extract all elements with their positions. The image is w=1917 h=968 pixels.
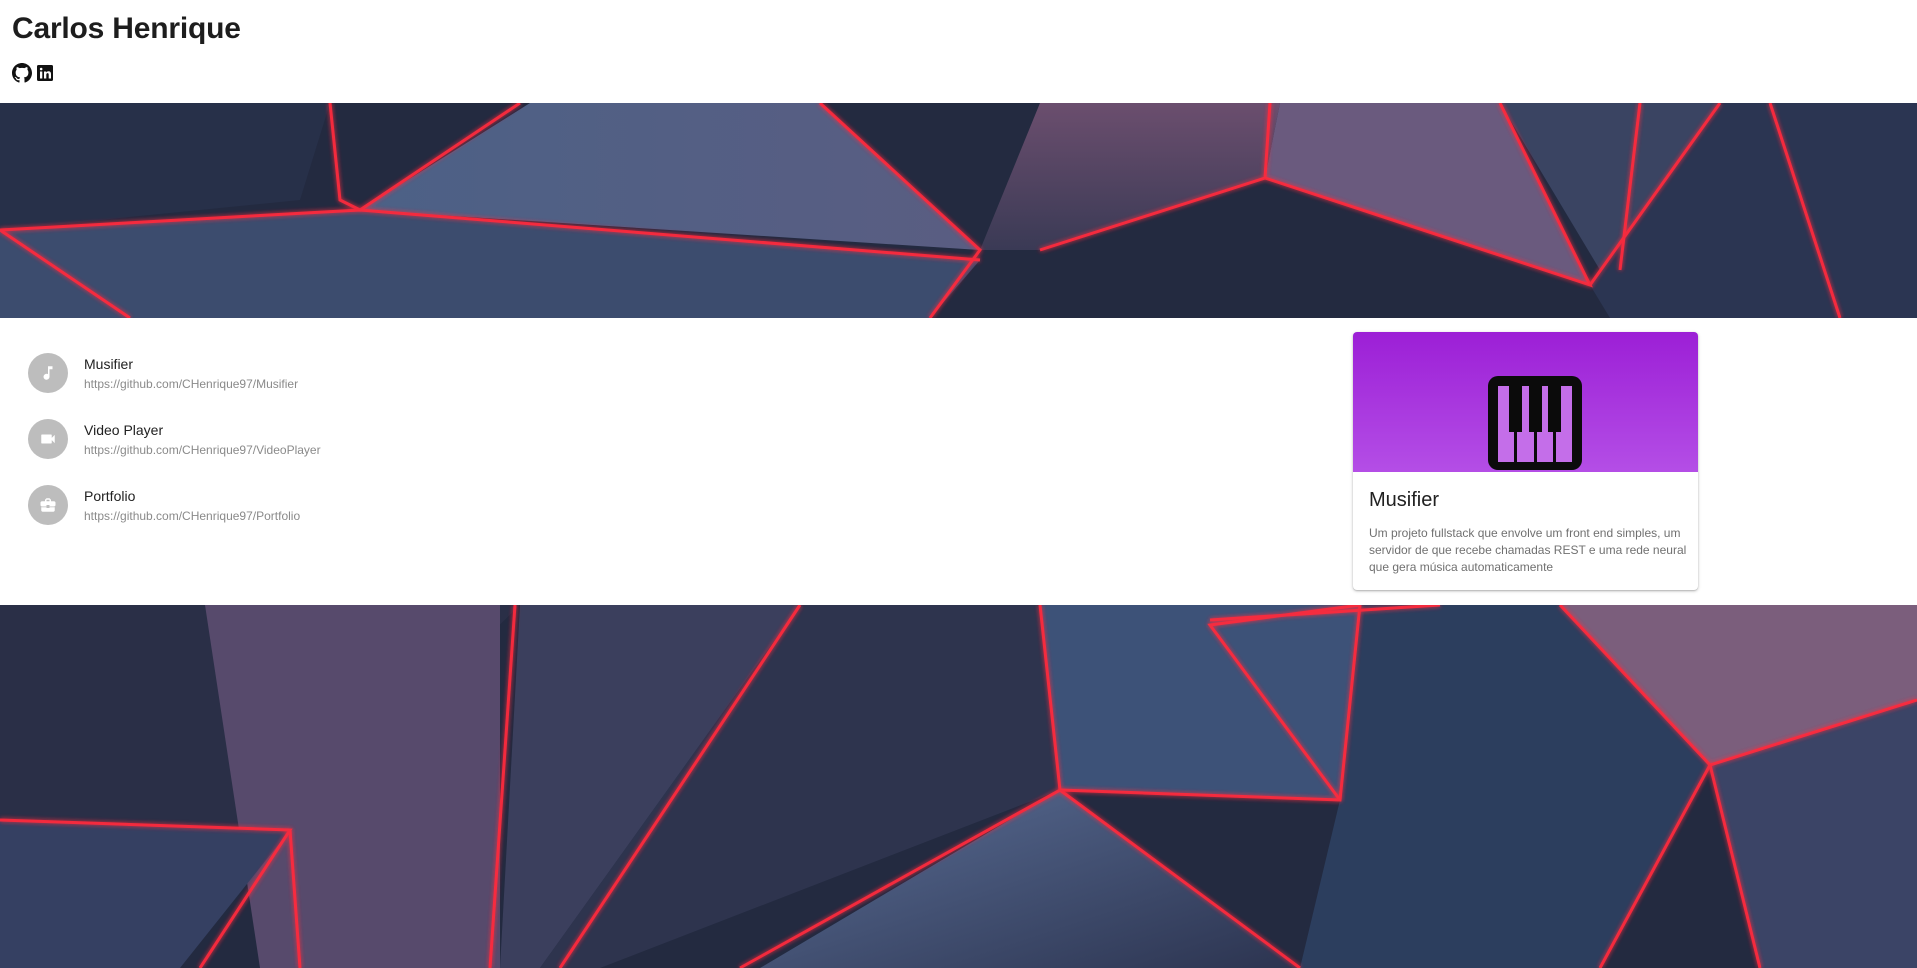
avatar bbox=[28, 419, 68, 459]
briefcase-icon bbox=[40, 498, 56, 512]
project-list: Musifier https://github.com/CHenrique97/… bbox=[28, 353, 321, 551]
header: Carlos Henrique bbox=[0, 0, 1917, 103]
project-card[interactable]: Musifier Um projeto fullstack que envolv… bbox=[1353, 332, 1698, 590]
page-title: Carlos Henrique bbox=[12, 12, 241, 45]
card-description: Um projeto fullstack que envolve um fron… bbox=[1369, 526, 1687, 574]
project-text: Musifier https://github.com/CHenrique97/… bbox=[84, 355, 298, 392]
page: Carlos Henrique Musifier https://github.… bbox=[0, 0, 1917, 968]
project-name: Musifier bbox=[84, 355, 134, 372]
video-camera-icon bbox=[41, 434, 55, 444]
github-icon[interactable] bbox=[12, 63, 32, 83]
project-url: https://github.com/CHenrique97/Musifier bbox=[84, 376, 299, 391]
list-item[interactable]: Portfolio https://github.com/CHenrique97… bbox=[28, 485, 321, 525]
music-note-icon bbox=[43, 366, 53, 380]
project-url: https://github.com/CHenrique97/VideoPlay… bbox=[84, 442, 321, 457]
project-text: Video Player https://github.com/CHenriqu… bbox=[84, 421, 321, 458]
avatar bbox=[28, 485, 68, 525]
project-name: Video Player bbox=[84, 421, 164, 438]
social-links bbox=[12, 63, 55, 83]
list-item[interactable]: Video Player https://github.com/CHenriqu… bbox=[28, 419, 321, 459]
card-media bbox=[1353, 332, 1698, 472]
project-name: Portfolio bbox=[84, 487, 136, 504]
card-title: Musifier bbox=[1369, 489, 1440, 511]
projects-section: Musifier https://github.com/CHenrique97/… bbox=[0, 318, 1917, 605]
avatar bbox=[28, 353, 68, 393]
piano-icon bbox=[1488, 376, 1582, 470]
linkedin-icon[interactable] bbox=[35, 63, 55, 83]
project-text: Portfolio https://github.com/CHenrique97… bbox=[84, 487, 300, 524]
list-item[interactable]: Musifier https://github.com/CHenrique97/… bbox=[28, 353, 321, 393]
project-url: https://github.com/CHenrique97/Portfolio bbox=[84, 508, 301, 523]
